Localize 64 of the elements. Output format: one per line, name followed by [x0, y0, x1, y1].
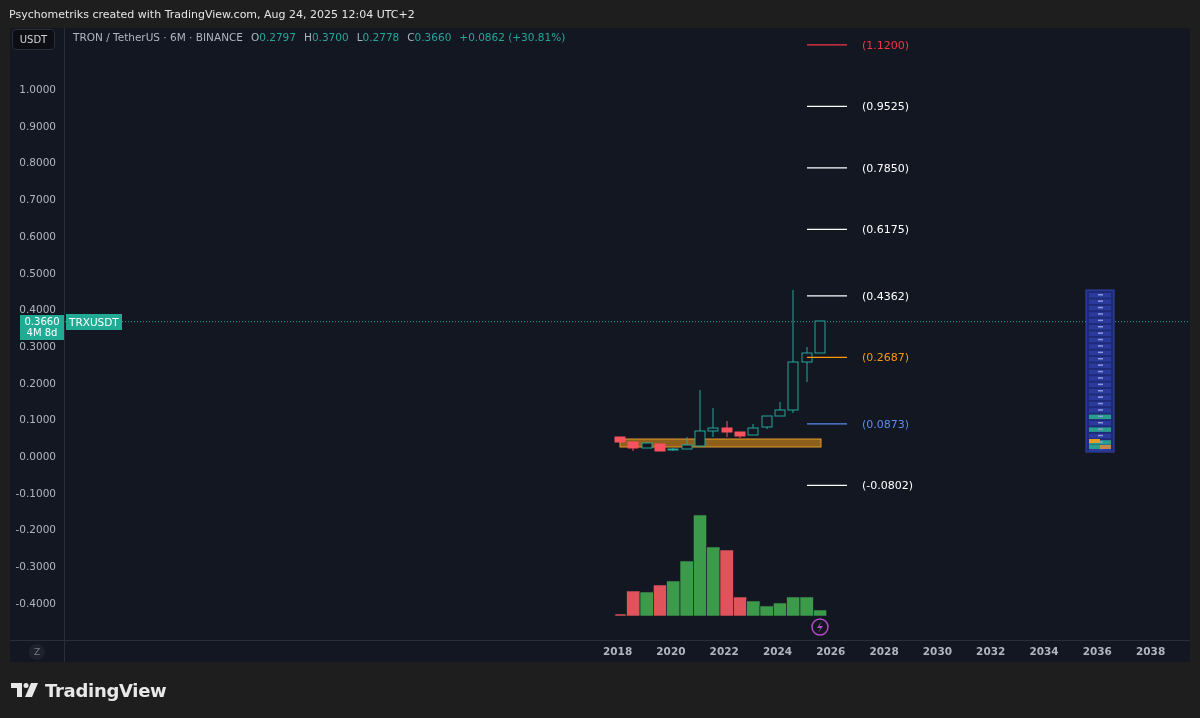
- time-tick: 2020: [656, 645, 686, 657]
- fib-line: [806, 356, 848, 359]
- bar-countdown: 4M 8d: [26, 327, 58, 339]
- price-tick: 0.2000: [19, 375, 56, 390]
- fib-label: (0.7850): [862, 161, 910, 175]
- ohlc-label: C: [407, 31, 415, 43]
- candle: [801, 346, 813, 383]
- ohlc-value: 0.3660: [414, 31, 452, 43]
- time-tick: 2034: [1029, 645, 1059, 657]
- price-tick: 0.9000: [19, 118, 56, 133]
- fib-line: [806, 228, 848, 231]
- time-tick: 2030: [922, 645, 953, 657]
- ohlc-label: L: [356, 31, 363, 43]
- time-tick: 2026: [816, 645, 846, 657]
- price-tick: 0.5000: [19, 265, 56, 280]
- currency-button[interactable]: USDT: [12, 29, 55, 50]
- time-tick: 2032: [976, 645, 1006, 657]
- price-tick: 0.0000: [19, 449, 56, 463]
- price-tick: -0.4000: [15, 595, 56, 610]
- fib-label: (0.4362): [862, 289, 910, 303]
- ohlc-label: O: [250, 31, 260, 43]
- price-tick: -0.3000: [15, 559, 56, 574]
- price-tick: 0.1000: [19, 412, 56, 427]
- logo-wordmark: TradingView: [45, 679, 167, 701]
- fib-line: [806, 167, 848, 169]
- price-tick: 0.4000: [19, 302, 56, 317]
- fib-line: [806, 44, 848, 46]
- scale-button[interactable]: Z: [29, 643, 45, 660]
- ohlc-value: 0.2778: [362, 31, 400, 43]
- candle: [761, 415, 773, 430]
- price-tick: -0.1000: [15, 485, 56, 500]
- fib-label: (0.9525): [862, 100, 910, 114]
- fib-line: [806, 423, 848, 425]
- price-tick: 1.0000: [19, 82, 56, 96]
- last-price: 0.3660: [24, 315, 60, 328]
- time-tick: 2022: [709, 645, 739, 657]
- fib-line: [806, 105, 848, 108]
- symbol-tag: TRXUSDT: [66, 313, 122, 330]
- fib-label: (-0.0802): [862, 479, 914, 493]
- price-tick: 0.6000: [19, 228, 56, 243]
- fib-label: (0.6175): [862, 223, 910, 237]
- candle: [814, 320, 826, 354]
- time-tick: 2024: [762, 645, 793, 657]
- price-tick: 0.8000: [19, 155, 56, 170]
- fib-line: [806, 295, 848, 297]
- fib-label: (0.0873): [862, 417, 910, 431]
- time-tick: 2038: [1136, 645, 1166, 657]
- chart-caption: Psychometriks created with TradingView.com, Aug 24, 2025 12:04 UTC+2: [9, 7, 415, 21]
- time-tick: 2036: [1082, 645, 1112, 657]
- ohlc-label: H: [304, 31, 312, 43]
- ohlc-value: 0.2797: [259, 31, 296, 43]
- fib-label: (0.2687): [862, 351, 910, 365]
- time-tick: 2018: [603, 645, 633, 657]
- lightning-icon[interactable]: [811, 618, 829, 636]
- fib-line: [806, 484, 848, 487]
- price-change: +0.0862 (+30.81%): [459, 31, 566, 43]
- time-tick: 2028: [869, 645, 899, 657]
- price-tick: 0.3000: [19, 338, 56, 353]
- ohlc-value: 0.3700: [311, 31, 349, 43]
- price-tick: 0.7000: [19, 192, 56, 207]
- symbol-info: TRON / TetherUS · 6M · BINANCE: [73, 31, 243, 43]
- fib-label: (1.1200): [862, 38, 910, 52]
- price-tick: -0.2000: [15, 522, 56, 537]
- logo-icon: [11, 683, 39, 697]
